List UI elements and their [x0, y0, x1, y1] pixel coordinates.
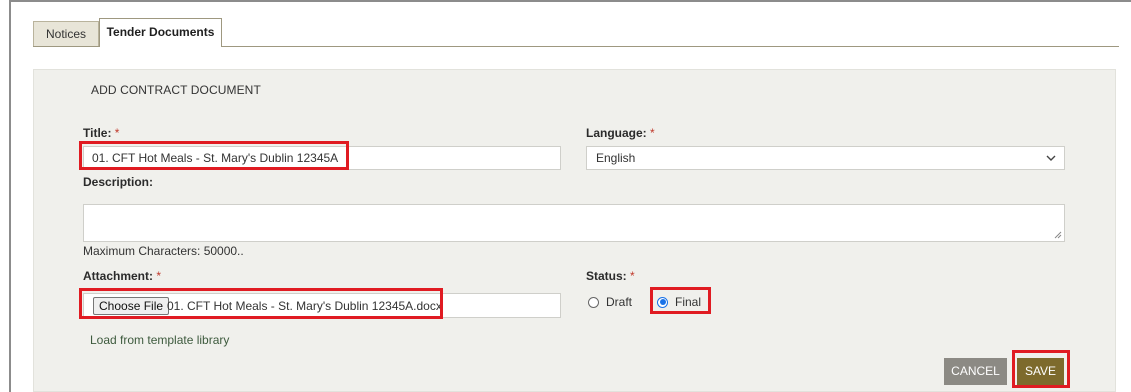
- required-mark: *: [114, 126, 120, 140]
- attachment-label-text: Attachment:: [83, 269, 154, 283]
- chevron-down-icon: [1046, 155, 1056, 161]
- attachment-file-name: 01. CFT Hot Meals - St. Mary's Dublin 12…: [167, 299, 442, 313]
- status-draft-label: Draft: [606, 295, 633, 309]
- title-label: Title: *: [83, 126, 119, 140]
- required-mark: *: [630, 269, 635, 283]
- description-label: Description:: [83, 175, 154, 189]
- description-textarea[interactable]: [83, 204, 1065, 242]
- title-input[interactable]: 01. CFT Hot Meals - St. Mary's Dublin 12…: [83, 146, 561, 170]
- tab-tender-documents[interactable]: Tender Documents: [99, 18, 222, 46]
- language-label: Language: *: [586, 126, 655, 140]
- attachment-file-input[interactable]: Choose File 01. CFT Hot Meals - St. Mary…: [83, 293, 561, 318]
- cancel-button[interactable]: CANCEL: [944, 358, 1007, 385]
- choose-file-button[interactable]: Choose File: [93, 297, 170, 315]
- resize-grip-icon[interactable]: [1054, 231, 1062, 239]
- language-select[interactable]: English: [586, 146, 1065, 170]
- language-selected-value: English: [596, 151, 636, 165]
- status-label-text: Status:: [586, 269, 627, 283]
- status-final-label: Final: [675, 295, 702, 309]
- required-mark: *: [156, 269, 162, 283]
- tab-notices[interactable]: Notices: [33, 21, 99, 46]
- attachment-label: Attachment: *: [83, 269, 161, 283]
- required-mark: *: [650, 126, 655, 140]
- radio-unchecked-icon[interactable]: [588, 296, 599, 308]
- language-label-text: Language:: [586, 126, 647, 140]
- description-char-limit: Maximum Characters: 50000..: [83, 244, 244, 258]
- load-template-library-link[interactable]: Load from template library: [90, 333, 229, 347]
- status-radio-draft[interactable]: Draft: [588, 295, 632, 309]
- active-tab-gap: [100, 46, 221, 47]
- window-top-border: [9, 0, 1131, 2]
- status-label: Status: *: [586, 269, 635, 283]
- radio-checked-icon[interactable]: [657, 296, 668, 308]
- add-document-panel: ADD CONTRACT DOCUMENT Title: * 01. CFT H…: [33, 69, 1116, 392]
- status-radio-final[interactable]: Final: [657, 295, 701, 309]
- save-button[interactable]: SAVE: [1017, 358, 1064, 385]
- window-left-border: [9, 0, 11, 392]
- panel-heading: ADD CONTRACT DOCUMENT: [91, 83, 261, 97]
- title-label-text: Title:: [83, 126, 112, 140]
